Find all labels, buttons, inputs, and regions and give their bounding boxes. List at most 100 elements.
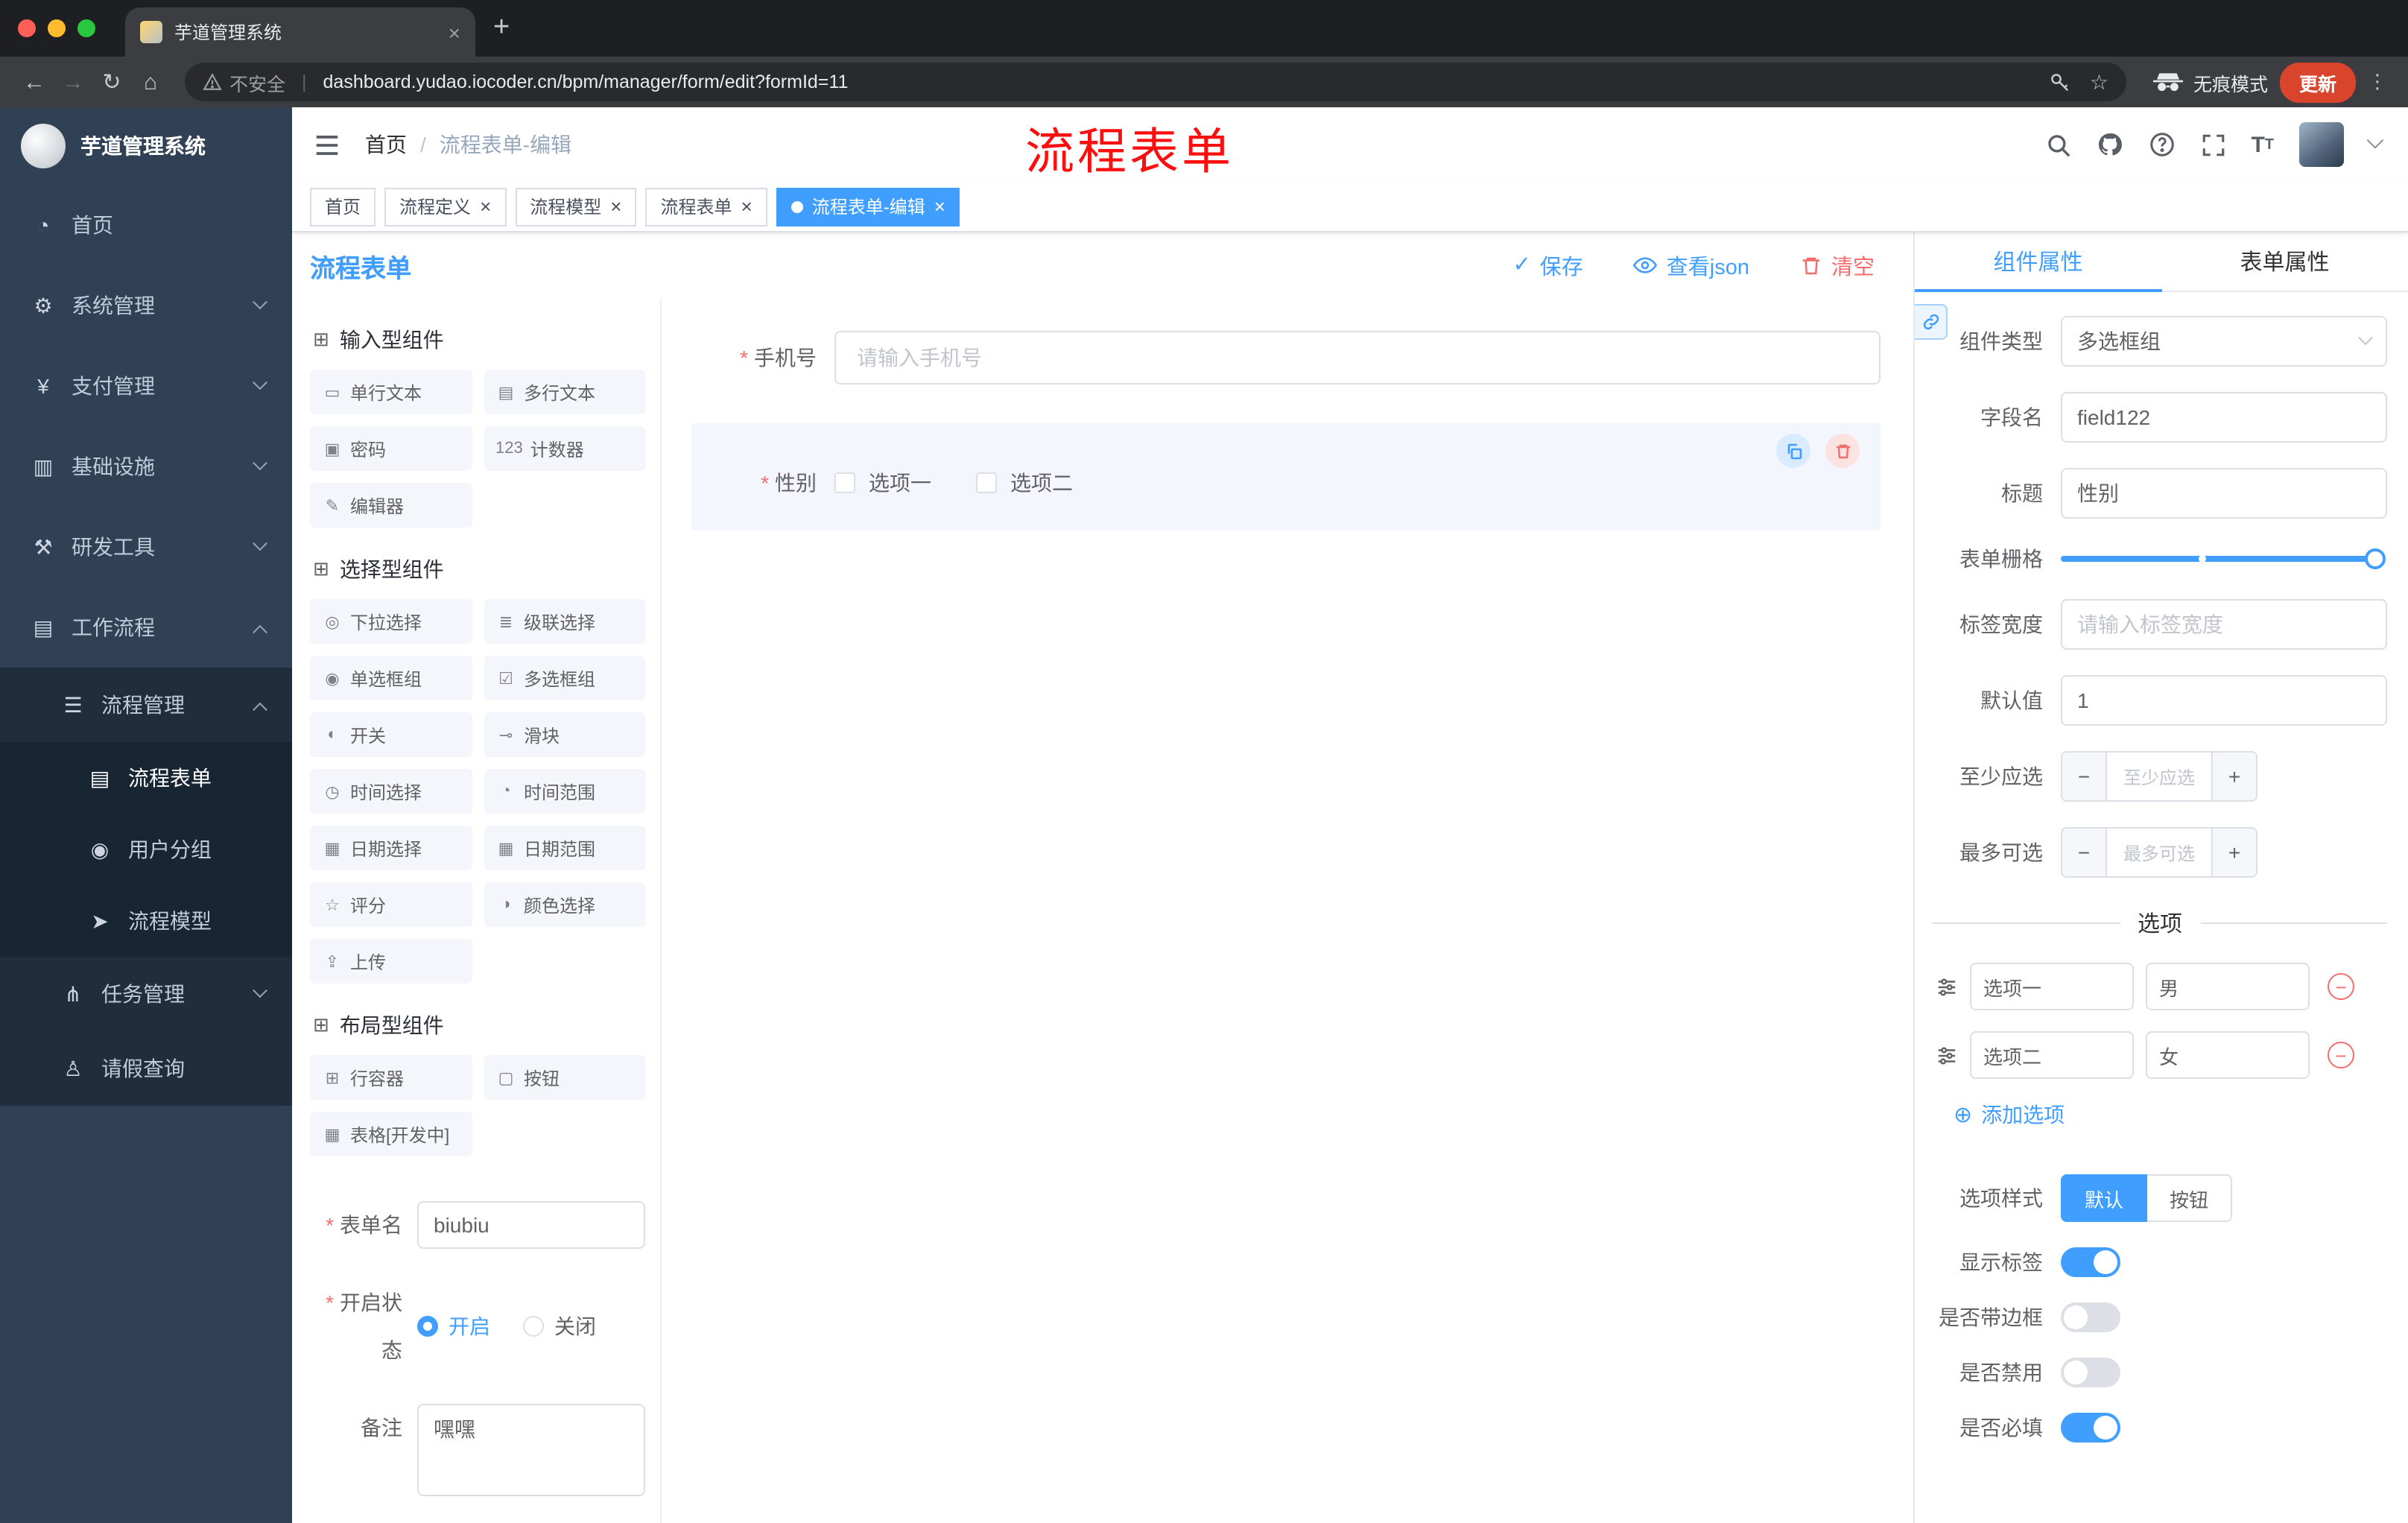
option-label-input[interactable] bbox=[1970, 963, 2134, 1010]
form-remark-textarea[interactable]: 嘿嘿 bbox=[417, 1404, 645, 1496]
window-zoom-button[interactable] bbox=[77, 19, 95, 37]
avatar-dropdown-icon[interactable] bbox=[2366, 132, 2384, 149]
palette-component[interactable]: ☑ 多选框组 bbox=[484, 656, 645, 700]
remove-option-icon[interactable]: − bbox=[2328, 1042, 2354, 1068]
delete-component-icon[interactable] bbox=[1825, 434, 1860, 468]
hamburger-icon[interactable] bbox=[313, 130, 341, 159]
grid-slider[interactable] bbox=[2061, 548, 2386, 569]
browser-tab[interactable]: 芋道管理系统 × bbox=[125, 7, 475, 57]
window-minimize-button[interactable] bbox=[48, 19, 66, 37]
chrome-update-button[interactable]: 更新 bbox=[2279, 62, 2356, 102]
sidebar-item[interactable]: ◔ 首页 bbox=[0, 185, 292, 265]
tab-form-props[interactable]: 表单属性 bbox=[2161, 232, 2408, 291]
remove-option-icon[interactable]: − bbox=[2328, 973, 2354, 1000]
tag-close-icon[interactable]: × bbox=[610, 197, 621, 216]
tab-component-props[interactable]: 组件属性 bbox=[1915, 232, 2161, 292]
palette-component[interactable]: ☆ 评分 bbox=[310, 882, 472, 927]
palette-component[interactable]: ◑ 颜色选择 bbox=[484, 882, 645, 927]
phone-field-row[interactable]: 手机号 bbox=[691, 331, 1881, 384]
tag-view-item[interactable]: 流程表单-编辑 × bbox=[776, 187, 960, 226]
tag-close-icon[interactable]: × bbox=[934, 197, 945, 216]
tag-close-icon[interactable]: × bbox=[480, 197, 491, 216]
option-style-button[interactable]: 按钮 bbox=[2147, 1174, 2233, 1222]
sidebar-item[interactable]: ¥ 支付管理 bbox=[0, 346, 292, 426]
palette-component[interactable]: ≣ 级联选择 bbox=[484, 599, 645, 644]
option-style-default[interactable]: 默认 bbox=[2061, 1174, 2148, 1222]
reload-icon[interactable]: ↻ bbox=[92, 69, 131, 95]
sidebar-item[interactable]: ♙ 请假查询 bbox=[0, 1031, 292, 1106]
sidebar-item[interactable]: ◉ 用户分组 bbox=[0, 814, 292, 885]
toggle-switch[interactable] bbox=[2061, 1302, 2120, 1332]
field-name-input[interactable] bbox=[2061, 392, 2387, 443]
breadcrumb-home[interactable]: 首页 bbox=[365, 130, 407, 159]
tag-view-item[interactable]: 流程模型 × bbox=[515, 187, 637, 226]
decrease-icon[interactable]: − bbox=[2062, 829, 2107, 876]
password-key-icon[interactable] bbox=[2050, 71, 2072, 93]
drag-handle-icon[interactable] bbox=[1936, 975, 1958, 998]
phone-input[interactable] bbox=[834, 331, 1881, 384]
palette-component[interactable]: ▢ 按钮 bbox=[484, 1055, 645, 1100]
palette-component[interactable]: ⊞ 行容器 bbox=[310, 1055, 472, 1100]
home-icon[interactable]: ⌂ bbox=[131, 69, 170, 95]
decrease-icon[interactable]: − bbox=[2062, 753, 2107, 800]
selected-component[interactable]: 性别 选项一 bbox=[691, 423, 1881, 531]
search-icon[interactable] bbox=[2045, 132, 2070, 157]
sidebar-item[interactable]: ⚒ 研发工具 bbox=[0, 507, 292, 587]
form-name-input[interactable] bbox=[417, 1201, 645, 1249]
back-icon[interactable]: ← bbox=[15, 69, 54, 95]
font-size-icon[interactable]: TT bbox=[2251, 132, 2274, 157]
status-off-radio[interactable]: 关闭 bbox=[523, 1311, 596, 1341]
sidebar-item[interactable]: ➤ 流程模型 bbox=[0, 885, 292, 957]
toggle-switch[interactable] bbox=[2061, 1413, 2120, 1443]
copy-component-icon[interactable] bbox=[1776, 434, 1810, 468]
sidebar-item[interactable]: ▤ 流程表单 bbox=[0, 742, 292, 814]
tab-close-icon[interactable]: × bbox=[449, 20, 460, 44]
status-on-radio[interactable]: 开启 bbox=[417, 1311, 490, 1341]
component-type-select[interactable]: 多选框组 bbox=[2061, 316, 2387, 367]
address-bar[interactable]: 不安全 | dashboard.yudao.iocoder.cn/bpm/man… bbox=[185, 63, 2126, 101]
clear-button[interactable]: 清空 bbox=[1800, 250, 1875, 281]
palette-component[interactable]: ▦ 表格[开发中] bbox=[310, 1112, 472, 1156]
checkbox-option[interactable]: 选项二 bbox=[976, 468, 1073, 498]
min-select-value[interactable]: 至少应选 bbox=[2107, 753, 2211, 800]
label-width-input[interactable] bbox=[2061, 599, 2387, 650]
option-label-input[interactable] bbox=[1970, 1031, 2134, 1079]
github-icon[interactable] bbox=[2096, 131, 2123, 158]
palette-component[interactable]: ▣ 密码 bbox=[310, 426, 472, 471]
toggle-switch[interactable] bbox=[2061, 1358, 2120, 1387]
palette-component[interactable]: ▤ 多行文本 bbox=[484, 370, 645, 414]
toggle-switch[interactable] bbox=[2061, 1247, 2120, 1277]
app-logo[interactable]: 芋道管理系统 bbox=[0, 107, 292, 185]
add-option-button[interactable]: ⊕ 添加选项 bbox=[1954, 1100, 2387, 1130]
palette-component[interactable]: ◷ 时间选择 bbox=[310, 769, 472, 814]
default-value-input[interactable] bbox=[2061, 675, 2387, 726]
tag-close-icon[interactable]: × bbox=[741, 197, 752, 216]
palette-component[interactable]: ◐ 开关 bbox=[310, 712, 472, 757]
tag-view-item[interactable]: 首页 bbox=[310, 187, 376, 226]
new-tab-button[interactable]: + bbox=[493, 12, 510, 45]
palette-component[interactable]: ▦ 日期选择 bbox=[310, 826, 472, 870]
browser-menu-icon[interactable]: ⋮ bbox=[2368, 70, 2387, 94]
checkbox-icon[interactable] bbox=[976, 472, 997, 493]
sidebar-item[interactable]: ⚙ 系统管理 bbox=[0, 265, 292, 346]
fullscreen-icon[interactable] bbox=[2200, 132, 2225, 157]
palette-component[interactable]: ⇪ 上传 bbox=[310, 939, 472, 984]
view-json-button[interactable]: 查看json bbox=[1633, 250, 1749, 281]
bookmark-star-icon[interactable]: ☆ bbox=[2090, 69, 2108, 95]
window-close-button[interactable] bbox=[18, 19, 36, 37]
sidebar-item[interactable]: ▥ 基础设施 bbox=[0, 426, 292, 507]
slider-handle[interactable] bbox=[2365, 548, 2386, 569]
checkbox-option[interactable]: 选项一 bbox=[834, 468, 931, 498]
option-value-input[interactable] bbox=[2146, 1031, 2310, 1079]
drag-handle-icon[interactable] bbox=[1936, 1044, 1958, 1066]
palette-component[interactable]: ▦ 日期范围 bbox=[484, 826, 645, 870]
max-select-value[interactable]: 最多可选 bbox=[2107, 829, 2211, 876]
palette-component[interactable]: ✎ 编辑器 bbox=[310, 483, 472, 528]
tag-view-item[interactable]: 流程定义 × bbox=[384, 187, 507, 226]
security-status[interactable]: 不安全 bbox=[203, 68, 285, 96]
palette-component[interactable]: ◎ 下拉选择 bbox=[310, 599, 472, 644]
palette-component[interactable]: ◔ 时间范围 bbox=[484, 769, 645, 814]
palette-component[interactable]: ▭ 单行文本 bbox=[310, 370, 472, 414]
save-button[interactable]: ✓ 保存 bbox=[1512, 250, 1582, 281]
option-value-input[interactable] bbox=[2146, 963, 2310, 1010]
